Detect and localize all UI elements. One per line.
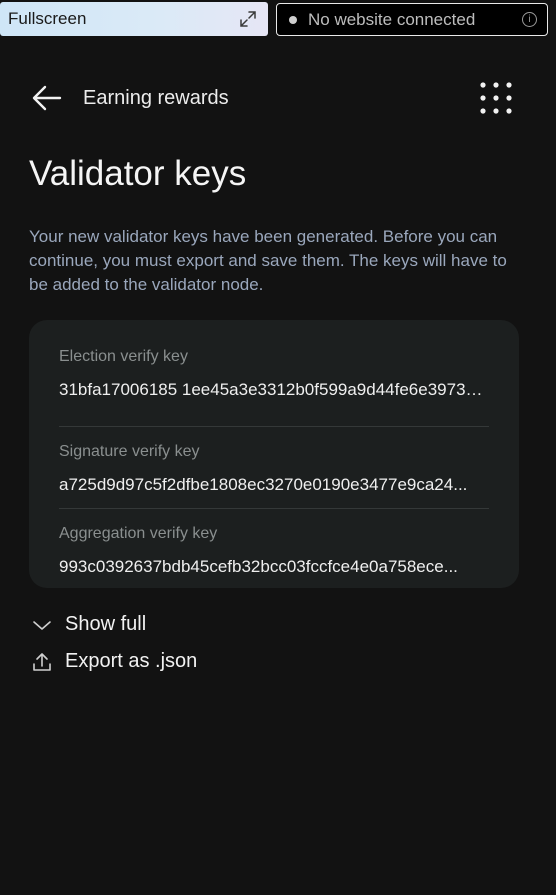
top-bar: Fullscreen No website connected i [0, 0, 556, 40]
connection-status-pill[interactable]: No website connected i [276, 3, 548, 36]
key-label: Signature verify key [59, 443, 200, 460]
page-header: Earning rewards [31, 80, 521, 120]
header-title: Earning rewards [83, 87, 229, 109]
upload-icon [33, 652, 51, 671]
key-item-signature: Signature verify key a725d9d97c5f2dfbe18… [59, 426, 489, 508]
info-icon[interactable]: i [522, 12, 537, 27]
status-dot-icon [289, 15, 297, 24]
key-value[interactable]: 993c0392637bdb45cefb32bcc03fccfce4e0a758… [59, 557, 489, 577]
export-label: Export as .json [65, 650, 198, 672]
validator-keys-card: Election verify key 31bfa17006185 1ee45a… [29, 320, 519, 588]
show-full-button[interactable]: Show full [31, 613, 146, 636]
fullscreen-label: Fullscreen [8, 9, 87, 28]
connection-status-text: No website connected [308, 9, 476, 29]
key-label: Election verify key [59, 348, 188, 365]
arrow-left-icon[interactable] [31, 84, 63, 112]
key-value[interactable]: 31bfa17006185 1ee45a3e3312b0f599a9d44fe6… [59, 380, 489, 400]
key-item-election: Election verify key 31bfa17006185 1ee45a… [59, 344, 489, 426]
fullscreen-button[interactable]: Fullscreen [0, 2, 268, 36]
export-json-button[interactable]: Export as .json [31, 650, 197, 673]
page-title: Validator keys [29, 154, 247, 193]
page-description: Your new validator keys have been genera… [29, 227, 507, 294]
expand-icon [240, 11, 256, 27]
show-full-label: Show full [65, 613, 147, 635]
chevron-down-icon [33, 620, 51, 630]
key-value[interactable]: a725d9d97c5f2dfbe1808ec3270e0190e3477e9c… [59, 475, 489, 495]
key-item-aggregation: Aggregation verify key 993c0392637bdb45c… [59, 508, 489, 590]
key-label: Aggregation verify key [59, 525, 218, 542]
grid-dots-icon[interactable] [478, 80, 514, 116]
